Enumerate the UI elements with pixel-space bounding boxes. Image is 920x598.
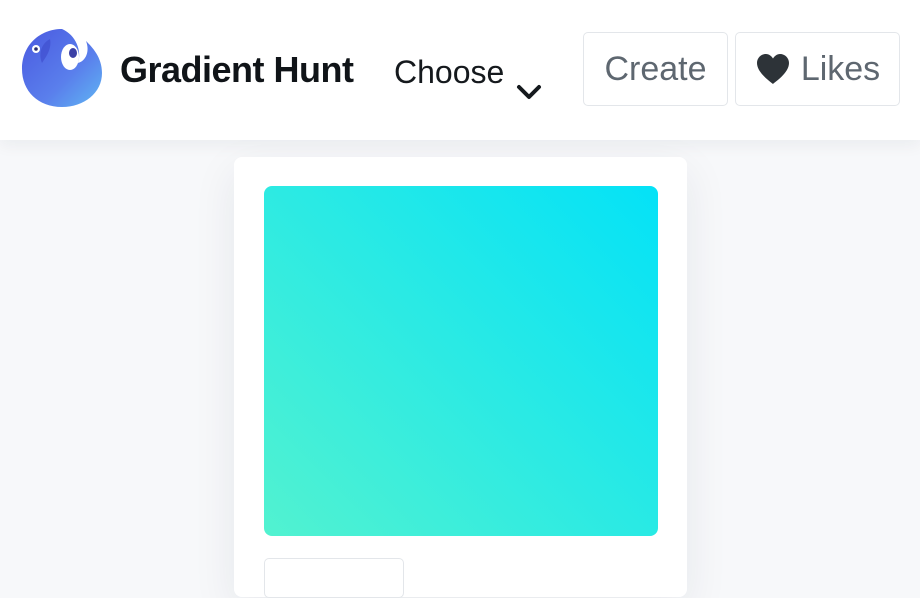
bird-logo-icon[interactable]: [20, 27, 104, 109]
gradient-card: [234, 157, 687, 598]
create-button[interactable]: Create: [583, 32, 728, 106]
likes-button[interactable]: Likes: [735, 32, 900, 106]
likes-label: Likes: [800, 49, 881, 88]
chevron-down-icon: [516, 66, 542, 99]
brand-name[interactable]: Gradient Hunt: [120, 44, 354, 96]
top-navbar: Gradient Hunt Choose Create Likes: [0, 0, 920, 140]
card-action-button[interactable]: [264, 558, 404, 598]
gradient-swatch[interactable]: [264, 186, 658, 536]
choose-label: Choose: [394, 54, 505, 90]
heart-icon: [755, 53, 791, 85]
choose-menu[interactable]: Choose: [394, 48, 542, 99]
create-label: Create: [604, 49, 707, 88]
